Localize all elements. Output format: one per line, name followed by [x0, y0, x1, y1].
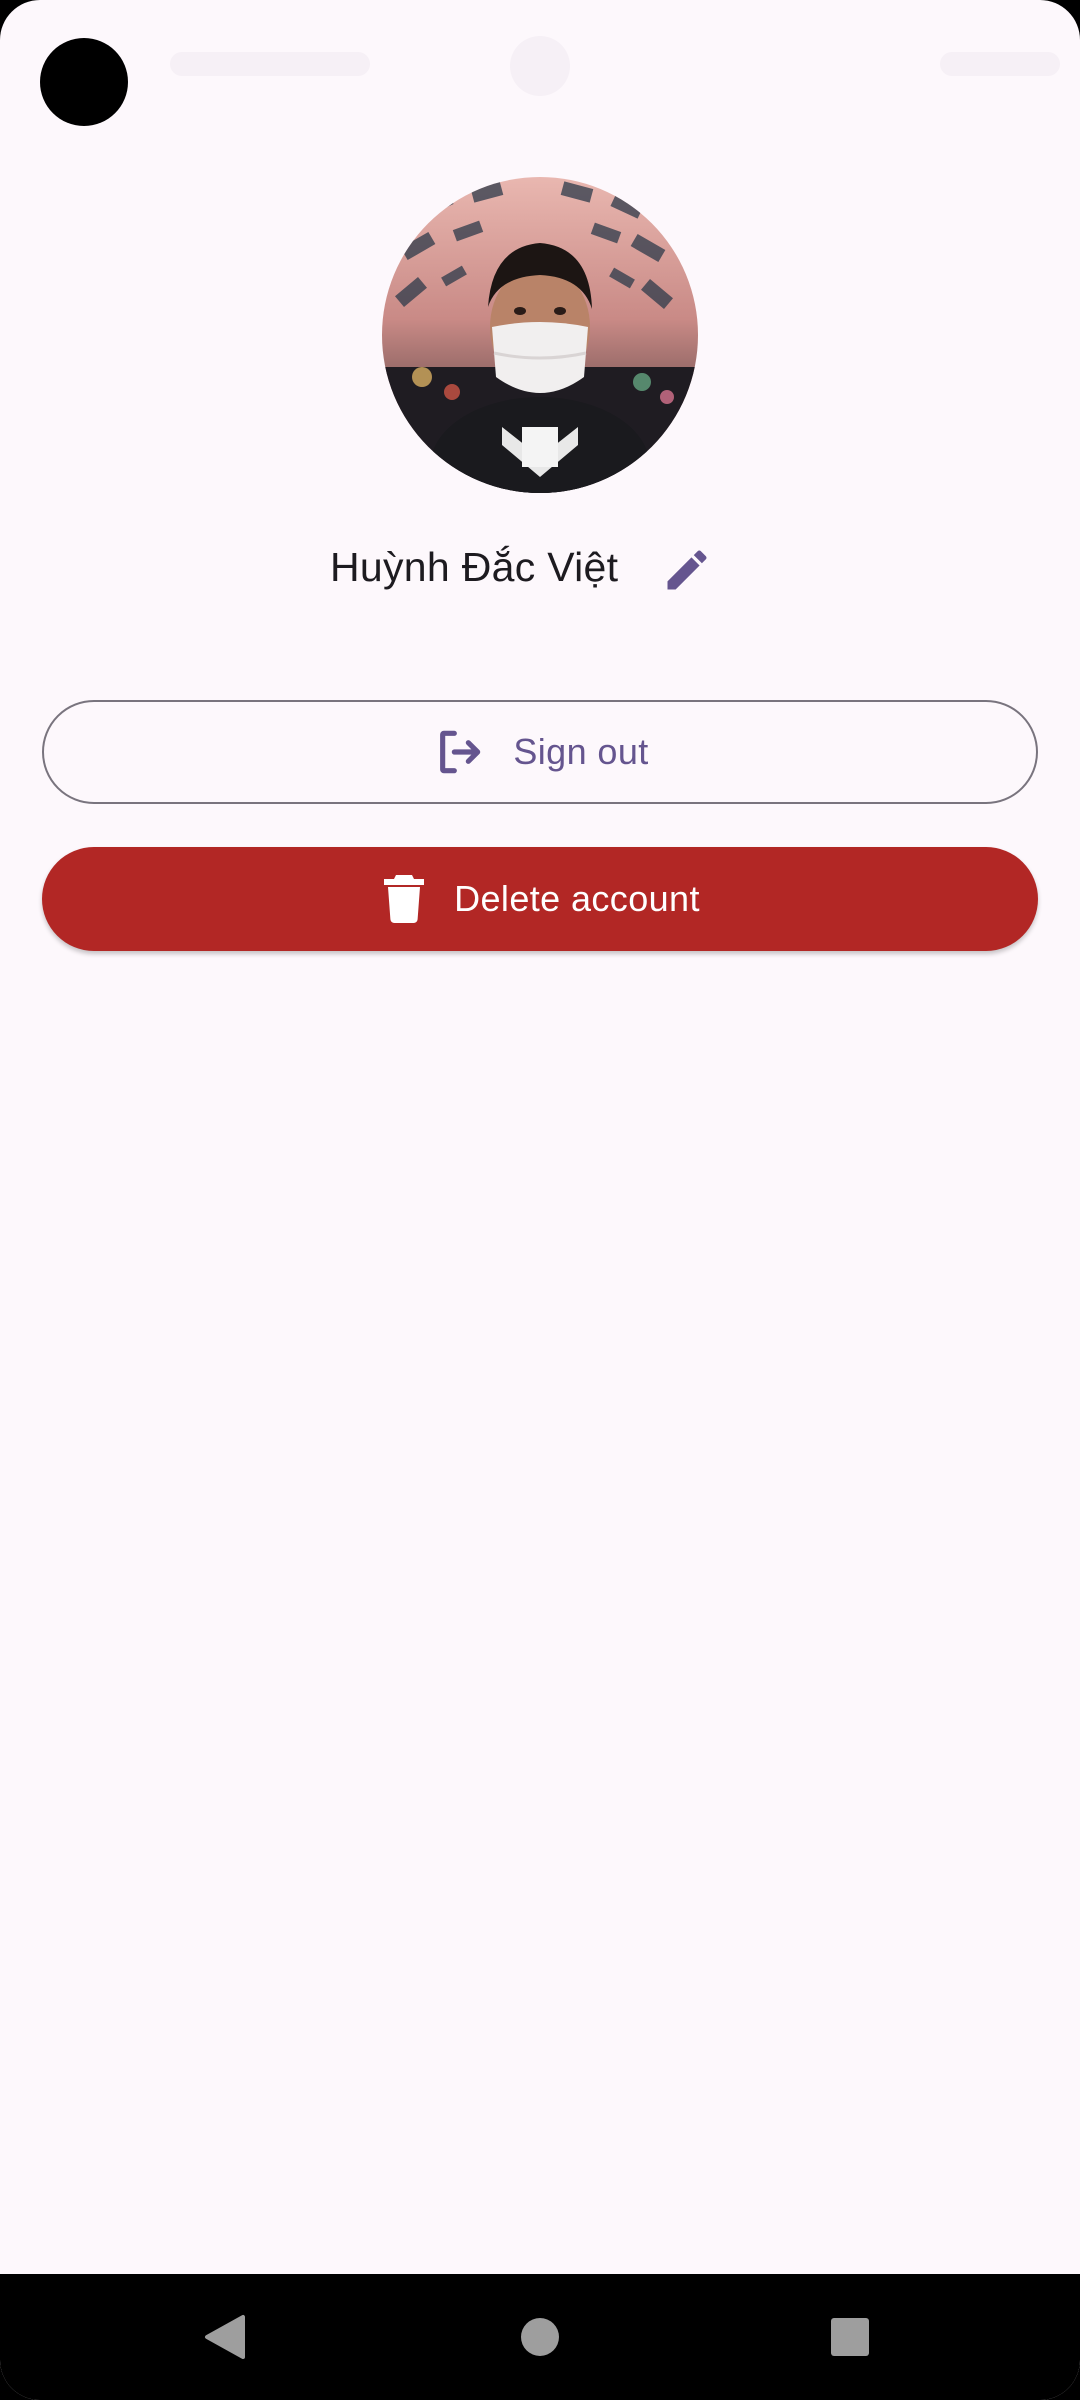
delete-account-label: Delete account	[454, 878, 700, 919]
avatar[interactable]	[382, 177, 698, 493]
profile-screen: Huỳnh Đắc Việt Sign out Delete account	[0, 0, 1080, 2400]
avatar-photo	[382, 177, 698, 493]
nav-home-button[interactable]	[480, 2274, 600, 2400]
name-row: Huỳnh Đắc Việt	[0, 540, 1080, 600]
nav-back-button[interactable]	[165, 2274, 285, 2400]
sign-out-button[interactable]: Sign out	[42, 700, 1038, 804]
status-bar	[0, 0, 1080, 130]
status-icons-right	[940, 52, 1060, 76]
home-circle-icon	[521, 2318, 559, 2356]
status-icons-left	[170, 52, 370, 76]
recents-square-icon	[831, 2318, 869, 2356]
system-navigation-bar	[0, 2274, 1080, 2400]
user-name: Huỳnh Đắc Việt	[330, 544, 619, 590]
camera-cutout	[40, 38, 128, 126]
status-center-dot	[510, 36, 570, 96]
nav-recents-button[interactable]	[790, 2274, 910, 2400]
edit-name-button[interactable]	[652, 540, 722, 600]
delete-account-button[interactable]: Delete account	[42, 847, 1038, 951]
sign-out-label: Sign out	[513, 731, 649, 772]
pencil-icon	[667, 550, 707, 590]
trash-icon	[380, 872, 428, 926]
logout-icon	[431, 724, 487, 780]
back-triangle-icon	[205, 2315, 245, 2359]
